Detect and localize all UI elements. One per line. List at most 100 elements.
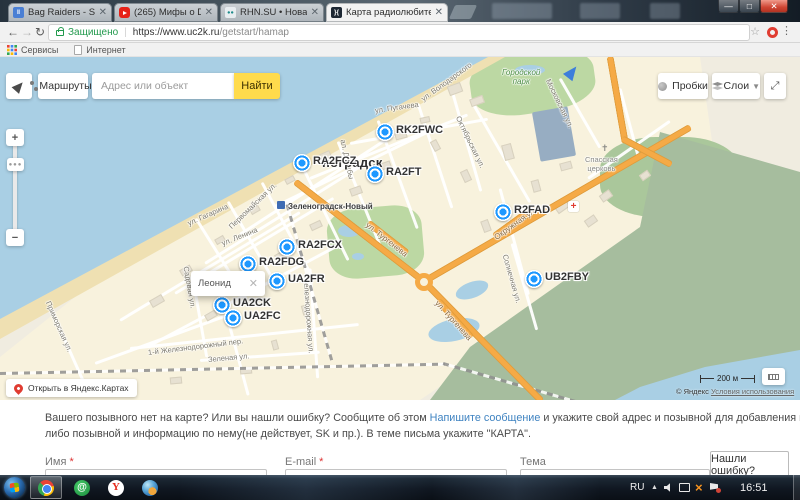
secure-label: Защищено	[68, 27, 118, 38]
locate-me-button[interactable]	[6, 73, 32, 99]
traffic-label: Пробки	[672, 80, 708, 92]
extension-icon[interactable]	[767, 27, 778, 38]
taskbar-yandex-browser-button[interactable]: Y	[100, 476, 132, 499]
zoom-out-label: −	[12, 232, 18, 244]
network-icon[interactable]	[679, 475, 690, 500]
find-button[interactable]: Найти	[234, 73, 280, 99]
zoom-in-label: +	[12, 132, 18, 144]
bookmark-star-icon[interactable]: ☆	[750, 25, 760, 38]
marker-callsign-label: UA2CK	[233, 297, 271, 309]
windows-taskbar: @ Y RU ▲ × 16:51	[0, 475, 800, 500]
tab-close-icon[interactable]: ✕	[435, 8, 443, 18]
required-mark: *	[69, 456, 73, 468]
url-path: /getstart/hamap	[220, 27, 289, 38]
terms-link[interactable]: Условия использования	[711, 387, 794, 396]
marker-callsign-label: UA2FR	[288, 273, 325, 285]
description-line-1: Вашего позывного нет на карте? Или вы на…	[45, 411, 800, 427]
taskbar-mail-agent-button[interactable]: @	[66, 476, 98, 499]
window-maximize-button[interactable]: □	[739, 0, 760, 13]
email-field-label: E-mail*	[285, 456, 323, 468]
ruler-icon	[768, 374, 779, 380]
tab-title: (265) Мифы о DMR. Видео	[134, 7, 201, 18]
background-window-blur	[580, 3, 620, 19]
map-label: Зеленоградск-Новый	[288, 202, 373, 211]
show-desktop-button[interactable]	[793, 475, 800, 500]
bookmark-services[interactable]: Сервисы	[7, 45, 58, 55]
browser-tab-3[interactable]: ●● RHN.SU • Новая тема ✕	[220, 3, 324, 22]
layers-button[interactable]: Слои ▼	[712, 73, 760, 99]
address-bar[interactable]: Защищено | https://www.uc2k.ru /getstart…	[48, 24, 750, 41]
open-in-yandex-maps-button[interactable]: Открыть в Яндекс.Картах	[6, 379, 137, 397]
found-error-button[interactable]: Нашли ошибку?	[710, 451, 789, 478]
marker-callsign-label: RA2FDG	[259, 256, 304, 268]
marker-callsign-label: R2FAD	[514, 204, 550, 216]
bookmark-internet[interactable]: Интернет	[74, 45, 125, 55]
padlock-icon	[56, 30, 64, 36]
tab4-favicon: }{	[331, 7, 342, 18]
page-description: Вашего позывного нет на карте? Или вы на…	[45, 411, 800, 442]
zoom-slider-handle[interactable]: ●●●	[7, 158, 24, 171]
start-button[interactable]	[4, 477, 25, 498]
map-marker[interactable]	[293, 154, 311, 172]
page-icon	[74, 45, 82, 55]
forward-icon[interactable]: →	[21, 24, 33, 41]
back-icon[interactable]: ←	[7, 24, 19, 41]
marker-callsign-label: RA2FCX	[298, 239, 342, 251]
hospital-icon: +	[568, 201, 579, 212]
map-marker[interactable]	[278, 238, 296, 256]
pond	[352, 253, 364, 260]
marker-callsign-label: UB2FBY	[545, 271, 589, 283]
tab-close-icon[interactable]: ✕	[205, 8, 213, 18]
windows-logo-icon	[10, 483, 20, 493]
window-close-button[interactable]: ✕	[760, 0, 788, 13]
building	[170, 376, 183, 384]
window-minimize-button[interactable]: —	[718, 0, 739, 13]
refresh-icon[interactable]: ↻	[35, 24, 45, 41]
browser-tab-2[interactable]: (265) Мифы о DMR. Видео ✕	[114, 3, 218, 22]
fullscreen-icon: ⤢	[771, 80, 780, 93]
map-marker[interactable]	[366, 165, 384, 183]
tray-app-icon[interactable]: ×	[695, 475, 703, 500]
taskbar-browser-button[interactable]	[134, 476, 166, 499]
zoom-in-button[interactable]: +	[6, 129, 24, 146]
routes-button[interactable]: Маршруты	[38, 73, 88, 99]
layers-label: Слои	[724, 80, 750, 92]
browser-tab-1[interactable]: ‖ Bag Raiders - Shooting Sta ✕	[8, 3, 112, 22]
zoom-out-button[interactable]: −	[6, 229, 24, 246]
globe-browser-icon	[142, 480, 158, 496]
tray-expand-icon[interactable]: ▲	[651, 475, 658, 500]
tab-close-icon[interactable]: ✕	[311, 8, 319, 18]
marker-callsign-label: RK2FWC	[396, 124, 443, 136]
browser-tab-active[interactable]: }{ Карта радиолюбителей Ка ✕	[326, 3, 448, 22]
yandex-browser-icon: Y	[108, 480, 124, 496]
marker-callsign-label: UA2FC	[244, 310, 281, 322]
language-indicator[interactable]: RU	[630, 475, 644, 500]
map-marker[interactable]	[494, 203, 512, 221]
browser-menu-icon[interactable]: ⋮	[781, 24, 792, 37]
traffic-button[interactable]: Пробки	[658, 73, 708, 99]
taskbar-clock[interactable]: 16:51	[740, 475, 768, 500]
background-window-blur	[650, 3, 680, 19]
fullscreen-button[interactable]: ⤢	[764, 73, 786, 99]
action-center-flag-icon[interactable]	[710, 475, 719, 500]
label-text: E-mail	[285, 456, 316, 468]
subject-field-label: Тема	[520, 456, 546, 468]
chrome-icon	[38, 480, 54, 496]
bookmarks-bar: Сервисы Интернет	[0, 43, 800, 57]
volume-icon[interactable]	[664, 475, 674, 500]
write-message-link[interactable]: Напишите сообщение	[430, 412, 541, 424]
ruler-button[interactable]	[762, 368, 785, 385]
taskbar-chrome-button[interactable]	[30, 476, 62, 499]
tab-close-icon[interactable]: ✕	[99, 8, 107, 18]
map-marker[interactable]	[376, 123, 394, 141]
map-marker[interactable]	[525, 270, 543, 288]
monitor-glyph	[679, 483, 690, 492]
tab-title: Карта радиолюбителей Ка	[346, 7, 431, 18]
scale-line	[741, 378, 754, 379]
yandex-map[interactable]: ул. Пугачеваул. ВолодарскогоОктябрьская …	[0, 57, 800, 400]
bookmark-label: Сервисы	[21, 45, 58, 55]
map-marker[interactable]	[224, 309, 242, 327]
tooltip-close-icon[interactable]: ✕	[249, 277, 258, 290]
map-search-input[interactable]	[92, 73, 234, 99]
map-marker[interactable]	[268, 272, 286, 290]
